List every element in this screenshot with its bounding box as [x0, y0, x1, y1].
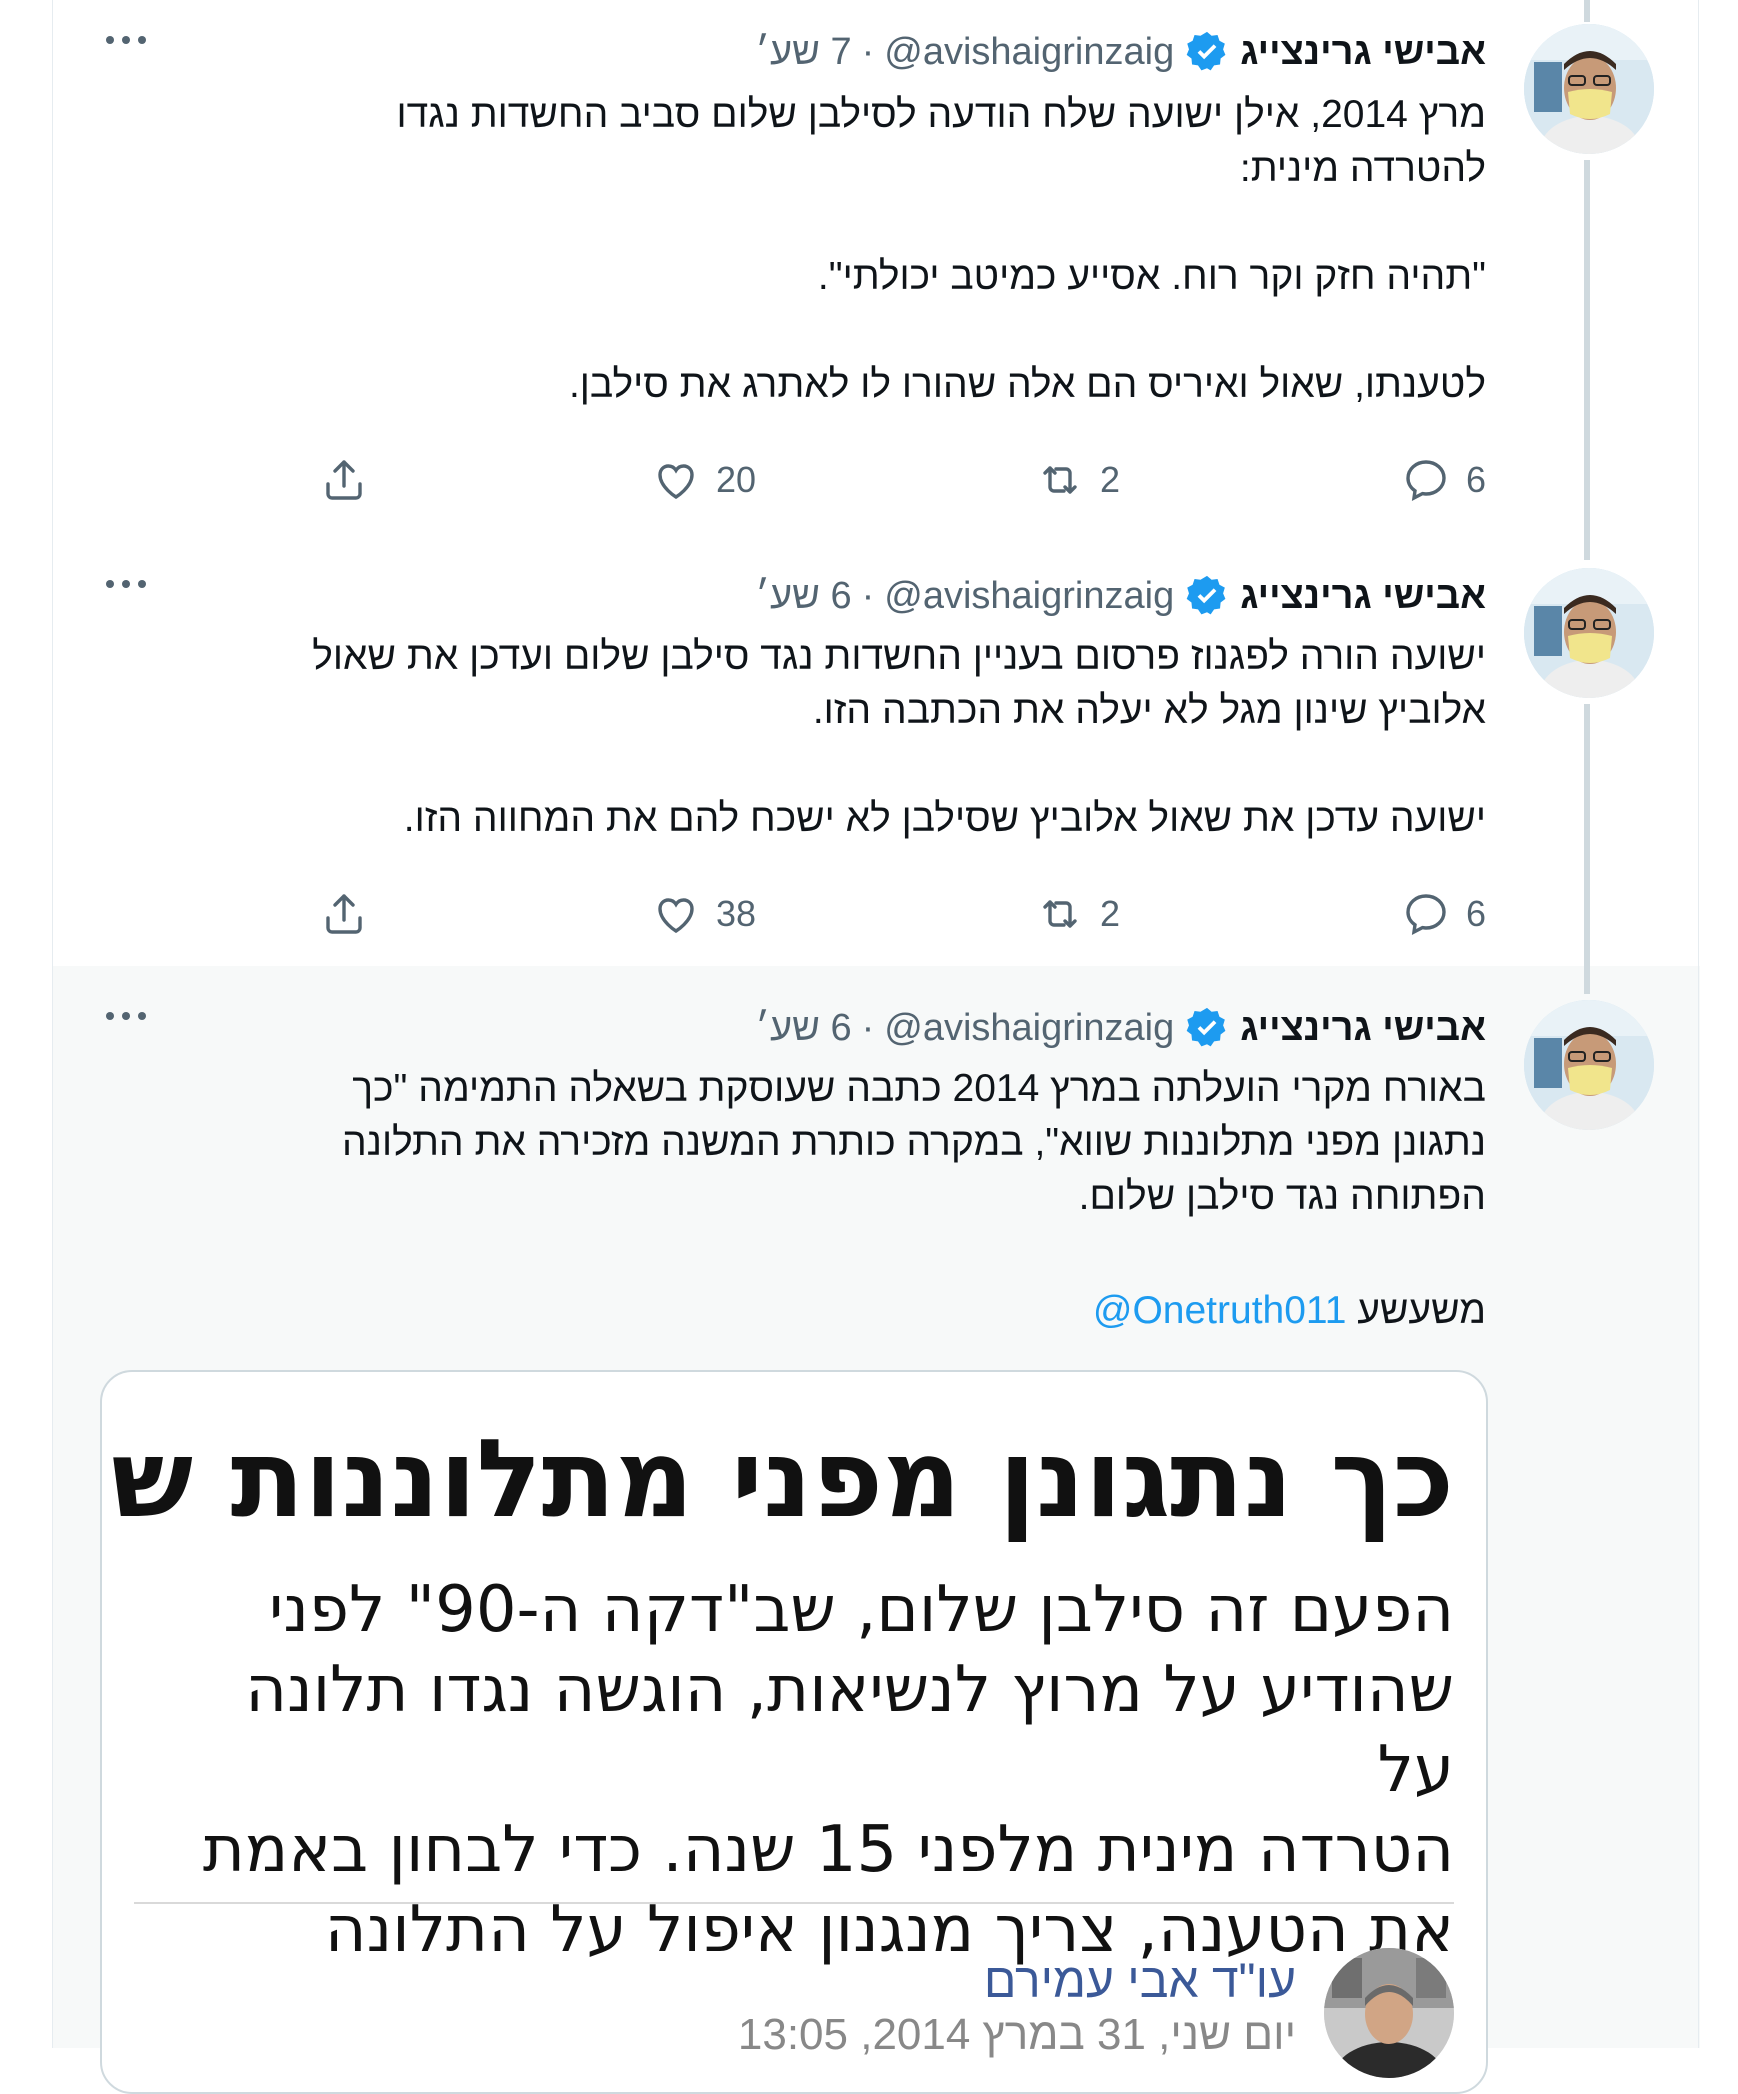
reply-count: 6	[1465, 459, 1486, 500]
image-body-text: הפעם זה סילבן שלום, שב"דקה ה-90" לפני שה…	[202, 1573, 1454, 1967]
like-count: 20	[715, 459, 756, 500]
share-icon	[326, 894, 362, 934]
retweet-count: 2	[1099, 893, 1120, 934]
mention-prefix: משעשע	[1357, 1289, 1486, 1332]
tweet-text: באורח מקרי הועלתה במרץ 2014 כתבה שעוסקת …	[342, 1067, 1486, 1218]
mention-link[interactable]: @Onetruth011	[1093, 1289, 1347, 1332]
thread-connector-line	[1584, 704, 1590, 994]
twitter-thread-view: אבישי גרינצייג @avishaigrinzaig · 7 שע׳ …	[0, 0, 1738, 2094]
separator-dot: ·	[861, 574, 875, 617]
author-name[interactable]: אבישי גרינצייג	[1240, 31, 1486, 74]
retweet-count: 2	[1099, 459, 1120, 500]
image-headline: כך נתגונן מפני מתלוננות שווא	[100, 1417, 1454, 1542]
avatar[interactable]	[1524, 24, 1654, 154]
more-icon[interactable]	[102, 572, 150, 596]
author-handle[interactable]: @avishaigrinzaig	[884, 575, 1174, 618]
tweet-timestamp[interactable]: 7 שע׳	[755, 31, 851, 74]
reply-button[interactable]: 6	[1402, 886, 1486, 942]
author-handle[interactable]: @avishaigrinzaig	[884, 31, 1174, 74]
separator-dot: ·	[861, 30, 875, 73]
image-date: יום שני, 31 במרץ 2014, 13:05	[737, 2010, 1296, 2059]
share-button[interactable]	[320, 452, 368, 508]
image-author-name: עו"ד אבי עמירם	[983, 1955, 1296, 2008]
author-photo	[1324, 1948, 1454, 2078]
image-author-avatar	[1324, 1948, 1454, 2078]
author-name[interactable]: אבישי גרינצייג	[1240, 1007, 1486, 1050]
heart-icon	[658, 464, 694, 499]
verified-badge-icon	[1186, 31, 1226, 71]
verified-badge-icon	[1186, 1007, 1226, 1047]
tweet-header: אבישי גרינצייג @avishaigrinzaig · 6 שע׳	[755, 568, 1486, 624]
tweet-actions: 6 2 38	[316, 886, 1486, 942]
mention-line: משעשע @Onetruth011	[1093, 1284, 1486, 1338]
avatar-image	[1524, 1000, 1654, 1130]
reply-button[interactable]: 6	[1402, 452, 1486, 508]
tweet-actions: 6 2 20	[316, 452, 1486, 508]
author-name[interactable]: אבישי גרינצייג	[1240, 575, 1486, 618]
retweet-button[interactable]: 2	[1036, 452, 1120, 508]
more-icon[interactable]	[102, 28, 150, 52]
separator-dot: ·	[861, 1006, 875, 1049]
tweet-header: אבישי גרינצייג @avishaigrinzaig · 6 שע׳	[755, 1000, 1486, 1056]
thread-connector-line	[1584, 0, 1590, 22]
avatar[interactable]	[1524, 568, 1654, 698]
avatar-image	[1524, 24, 1654, 154]
more-icon[interactable]	[102, 1004, 150, 1028]
retweet-icon	[1043, 900, 1077, 928]
retweet-icon	[1043, 466, 1077, 494]
author-handle[interactable]: @avishaigrinzaig	[884, 1007, 1174, 1050]
tweet-header: אבישי גרינצייג @avishaigrinzaig · 7 שע׳	[755, 24, 1486, 80]
avatar[interactable]	[1524, 1000, 1654, 1130]
reply-count: 6	[1465, 893, 1486, 934]
like-button[interactable]: 38	[652, 886, 756, 942]
reply-icon	[1406, 894, 1446, 936]
tweet-timestamp[interactable]: 6 שע׳	[755, 1007, 851, 1050]
image-divider	[134, 1902, 1454, 1904]
thread-connector-line	[1584, 160, 1590, 560]
attached-image[interactable]: כך נתגונן מפני מתלוננות שווא הפעם זה סיל…	[100, 1370, 1488, 2094]
heart-icon	[658, 898, 694, 933]
like-count: 38	[715, 893, 756, 934]
reply-icon	[1406, 460, 1446, 502]
timeline-border-right	[1698, 0, 1699, 2048]
retweet-button[interactable]: 2	[1036, 886, 1120, 942]
tweet-text: מרץ 2014, אילן ישועה שלח הודעה לסילבן של…	[396, 93, 1486, 406]
share-button[interactable]	[320, 886, 368, 942]
like-button[interactable]: 20	[652, 452, 756, 508]
tweet-timestamp[interactable]: 6 שע׳	[755, 575, 851, 618]
verified-badge-icon	[1186, 575, 1226, 615]
tweet-text: ישועה הורה לפגנוז פרסום בעניין החשדות נג…	[312, 635, 1486, 840]
timeline-border-left	[52, 0, 53, 2048]
avatar-image	[1524, 568, 1654, 698]
share-icon	[326, 460, 362, 500]
